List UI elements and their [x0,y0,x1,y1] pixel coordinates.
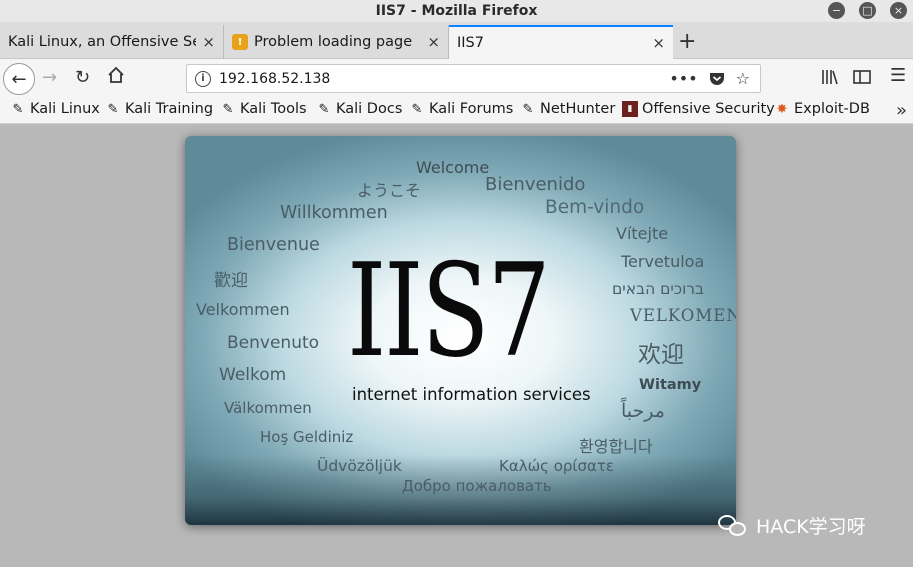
navigation-toolbar: ← → ↻ i 192.168.52.138 ••• ☆ ☰ [0,59,913,98]
kali-dragon-icon: ✎ [107,101,119,117]
bookmark-star-icon[interactable]: ☆ [736,69,750,88]
window-controls: − □ × [828,2,907,19]
iis7-logo-title: IIS7 [347,237,551,386]
maximize-button[interactable]: □ [859,2,876,19]
greeting-estonian: Tervetuloa [621,252,705,271]
greeting-danish: VELKOMEN [630,306,736,325]
kali-dragon-icon: ✎ [318,101,330,117]
greeting-turkish: Hoş Geldiniz [260,428,354,446]
back-button[interactable]: ← [3,63,35,95]
tab-kali-linux[interactable]: Kali Linux, an Offensive Secu × [0,25,224,59]
bookmark-kali-docs[interactable]: ✎ Kali Docs [316,101,403,117]
library-icon [822,70,838,85]
bookmark-label: Kali Forums [429,101,514,117]
bookmarks-overflow-chevron-icon[interactable]: » [896,100,907,121]
bookmark-kali-linux[interactable]: ✎ Kali Linux [10,101,100,117]
minimize-button[interactable]: − [828,2,845,19]
forward-arrow-icon: → [42,67,58,88]
sidebar-button[interactable] [852,67,872,87]
wechat-watermark: HACK学习呀 [718,512,866,539]
iis7-welcome-banner[interactable]: Welcome ようこそ Bienvenido Willkommen Bem-v… [185,136,736,525]
greeting-arabic: مرحباً [621,400,665,422]
pocket-icon[interactable] [708,70,726,88]
greeting-welcome: Welcome [416,158,490,177]
greeting-german: Willkommen [280,203,388,223]
reload-button[interactable]: ↻ [75,67,90,88]
greeting-norwegian: Velkommen [196,300,290,319]
bookmark-offensive-security[interactable]: ▮ Offensive Security [622,101,775,117]
bookmark-exploit-db[interactable]: ✸ Exploit-DB [774,101,870,117]
bookmarks-toolbar: ✎ Kali Linux ✎ Kali Training ✎ Kali Tool… [0,98,913,124]
greeting-japanese: ようこそ [357,181,422,200]
bookmark-label: Kali Training [125,101,214,117]
kali-dragon-icon: ✎ [411,101,423,117]
bookmark-label: Kali Linux [30,101,100,117]
greeting-trad-chinese: 歡迎 [214,271,248,291]
warning-icon: ! [232,34,248,50]
tab-label: IIS7 [457,35,484,51]
bookmark-nethunter[interactable]: ✎ NetHunter [520,101,616,117]
bookmark-kali-forums[interactable]: ✎ Kali Forums [409,101,514,117]
wechat-icon [718,513,748,539]
greeting-portuguese: Bem-vindo [545,197,645,218]
home-icon [108,66,124,83]
tab-iis7[interactable]: IIS7 × [449,25,673,59]
home-button[interactable] [106,65,126,85]
hamburger-menu-icon: ☰ [890,65,907,86]
reload-icon: ↻ [75,67,91,88]
greeting-russian: Добро пожаловать [402,477,552,495]
bookmark-kali-tools[interactable]: ✎ Kali Tools [220,101,307,117]
greeting-french: Bienvenue [227,235,320,255]
close-tab-icon[interactable]: × [427,33,440,51]
menu-button[interactable]: ☰ [890,65,906,86]
library-button[interactable] [820,67,840,87]
tab-label: Kali Linux, an Offensive Secu [8,34,196,50]
tab-problem-loading[interactable]: ! Problem loading page × [224,25,449,59]
kali-dragon-icon: ✎ [522,101,534,117]
new-tab-button[interactable]: + [678,29,696,54]
close-tab-icon[interactable]: × [202,33,215,51]
watermark-text: HACK学习呀 [756,516,866,538]
greeting-korean: 환영합니다 [579,437,653,456]
greeting-simp-chinese: 欢迎 [638,342,684,368]
url-text[interactable]: 192.168.52.138 [219,71,669,87]
greeting-hebrew: ברוכים הבאים [612,280,705,298]
page-actions-icon[interactable]: ••• [669,69,697,88]
bookmark-label: Offensive Security [642,101,775,117]
iis7-subtitle: internet information services [352,385,591,404]
greeting-italian: Benvenuto [227,333,320,353]
kali-dragon-icon: ✎ [222,101,234,117]
greeting-hungarian: Üdvözöljük [317,457,402,475]
bookmark-label: Kali Docs [336,101,403,117]
tab-label: Problem loading page [254,34,413,50]
greeting-polish: Witamy [639,377,702,393]
offsec-icon: ▮ [622,101,638,117]
greeting-dutch: Welkom [219,365,287,385]
site-info-icon[interactable]: i [195,70,211,87]
tab-strip: Kali Linux, an Offensive Secu × ! Proble… [0,22,913,59]
kali-dragon-icon: ✎ [12,101,24,117]
url-bar[interactable]: i 192.168.52.138 ••• ☆ [186,64,761,93]
bookmark-label: NetHunter [540,101,616,117]
bookmark-kali-training[interactable]: ✎ Kali Training [105,101,213,117]
close-tab-icon[interactable]: × [652,34,665,52]
greeting-swedish: Välkommen [224,399,312,417]
greeting-czech: Vítejte [616,224,669,243]
sidebar-icon [853,70,871,84]
greeting-spanish: Bienvenido [485,174,586,195]
back-arrow-icon: ← [11,68,27,90]
exploitdb-icon: ✸ [776,101,788,117]
forward-button[interactable]: → [42,67,57,88]
close-window-button[interactable]: × [890,2,907,19]
window-titlebar: IIS7 - Mozilla Firefox − □ × [0,0,913,22]
window-title: IIS7 - Mozilla Firefox [375,3,538,19]
bookmark-label: Exploit-DB [794,101,870,117]
greeting-greek: Καλώς ορίσατε [499,457,615,475]
bookmark-label: Kali Tools [240,101,307,117]
